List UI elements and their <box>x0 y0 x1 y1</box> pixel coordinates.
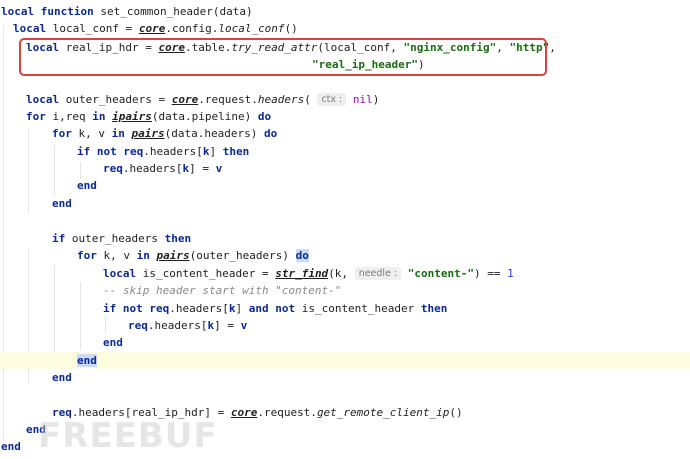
module-ref: core <box>171 93 199 106</box>
code-text: .headers[ <box>143 145 203 158</box>
keyword: local function <box>1 5 101 18</box>
function-call: local_conf <box>218 22 285 35</box>
code-line-2[interactable]: local local_conf = core.config.local_con… <box>0 20 690 37</box>
code-line-17[interactable]: -- skip header start with "content-" <box>0 282 690 299</box>
code-text: ) <box>372 93 380 106</box>
function-call: str_find <box>275 267 329 280</box>
module-ref: core <box>230 406 258 419</box>
code-line-10[interactable]: req.headers[k] = v <box>0 160 690 177</box>
function-call: get_remote_client_ip <box>316 406 450 419</box>
keyword: then <box>164 232 192 245</box>
string-literal: "content-" <box>407 267 474 280</box>
keyword: end <box>103 336 123 349</box>
keyword: if <box>52 232 72 245</box>
variable: req <box>103 162 123 175</box>
code-line-20[interactable]: end <box>0 334 690 351</box>
keyword: in <box>136 249 157 262</box>
matched-keyword: end <box>77 354 97 367</box>
function-call: pairs <box>131 127 165 140</box>
code-text: ) == <box>474 267 508 280</box>
keyword: then <box>222 145 250 158</box>
code-line-9[interactable]: if not req.headers[k] then <box>0 143 690 160</box>
code-text: local_conf = <box>52 22 139 35</box>
code-text: .request. <box>257 406 317 419</box>
variable: v <box>240 319 248 332</box>
keyword: if not <box>77 145 124 158</box>
annotation-highlight-box <box>19 38 547 76</box>
module-ref: core <box>138 22 166 35</box>
keyword: in <box>92 110 113 123</box>
code-text: .config. <box>165 22 219 35</box>
function-call: ipairs <box>112 110 152 123</box>
variable: req <box>128 319 148 332</box>
code-text: , <box>549 41 556 54</box>
code-line-7[interactable]: for i,req in ipairs(data.pipeline) do <box>0 108 690 125</box>
keyword: local <box>103 267 143 280</box>
code-text: k, v <box>103 249 137 262</box>
code-text: () <box>284 22 298 35</box>
code-text: .headers[ <box>147 319 208 332</box>
code-line-1[interactable]: local function set_common_header(data) <box>0 3 690 20</box>
code-text: .headers[ <box>122 162 183 175</box>
code-line-6[interactable]: local outer_headers = core.request.heade… <box>0 91 690 108</box>
keyword: do <box>257 110 272 123</box>
code-line-21-current[interactable]: end <box>0 352 690 369</box>
code-text: () <box>449 406 463 419</box>
keyword: for <box>26 110 53 123</box>
code-line-18[interactable]: if not req.headers[k] and not is_content… <box>0 300 690 317</box>
code-text: outer_headers <box>71 232 165 245</box>
parameter-hint: needle : <box>354 267 402 280</box>
code-text: k, v <box>78 127 112 140</box>
code-text: set_common_header(data) <box>100 5 253 18</box>
function-call: headers <box>257 93 305 106</box>
keyword: do <box>263 127 278 140</box>
code-text: .headers[ <box>169 302 229 315</box>
variable: v <box>215 162 223 175</box>
code-text: (k, <box>328 267 355 280</box>
keyword: and not <box>248 302 302 315</box>
watermark: FREEBUF <box>38 416 218 456</box>
keyword: local <box>13 22 53 35</box>
function-call: pairs <box>156 249 190 262</box>
code-text: (outer_headers) <box>189 249 296 262</box>
comment: -- skip header start with "content-" <box>103 284 342 297</box>
code-line-22[interactable]: end <box>0 369 690 386</box>
code-text: ] = <box>214 319 241 332</box>
keyword: in <box>111 127 132 140</box>
matched-keyword: do <box>295 249 309 262</box>
keyword: end <box>1 440 21 453</box>
code-text: ( <box>304 93 311 106</box>
keyword: for <box>77 249 104 262</box>
keyword: end <box>52 371 72 384</box>
number-literal: 1 <box>507 267 514 280</box>
code-text: (data.pipeline) <box>151 110 258 123</box>
code-line-14[interactable]: if outer_headers then <box>0 230 690 247</box>
keyword: end <box>77 179 97 192</box>
code-line-12[interactable]: end <box>0 195 690 212</box>
code-text: (data.headers) <box>164 127 264 140</box>
keyword: end <box>52 197 72 210</box>
code-line-15[interactable]: for k, v in pairs(outer_headers) do <box>0 247 690 264</box>
code-line-19[interactable]: req.headers[k] = v <box>0 317 690 334</box>
code-line-8[interactable]: for k, v in pairs(data.headers) do <box>0 125 690 142</box>
variable: req <box>149 302 170 315</box>
code-text: ] <box>209 145 223 158</box>
keyword: for <box>52 127 79 140</box>
keyword: then <box>420 302 448 315</box>
code-text: is_content_header = <box>142 267 276 280</box>
code-line-16[interactable]: local is_content_header = str_find(k, ne… <box>0 265 690 282</box>
code-text: outer_headers = <box>65 93 172 106</box>
parameter-hint: ctx : <box>317 93 347 106</box>
code-text: ] = <box>189 162 216 175</box>
code-line-11[interactable]: end <box>0 177 690 194</box>
code-text: is_content_header <box>301 302 421 315</box>
keyword: local <box>26 93 66 106</box>
code-text: ] <box>235 302 249 315</box>
code-text: i,req <box>52 110 93 123</box>
nil-literal: nil <box>352 93 373 106</box>
variable: req <box>123 145 144 158</box>
code-text: .request. <box>198 93 258 106</box>
keyword: if not <box>103 302 150 315</box>
